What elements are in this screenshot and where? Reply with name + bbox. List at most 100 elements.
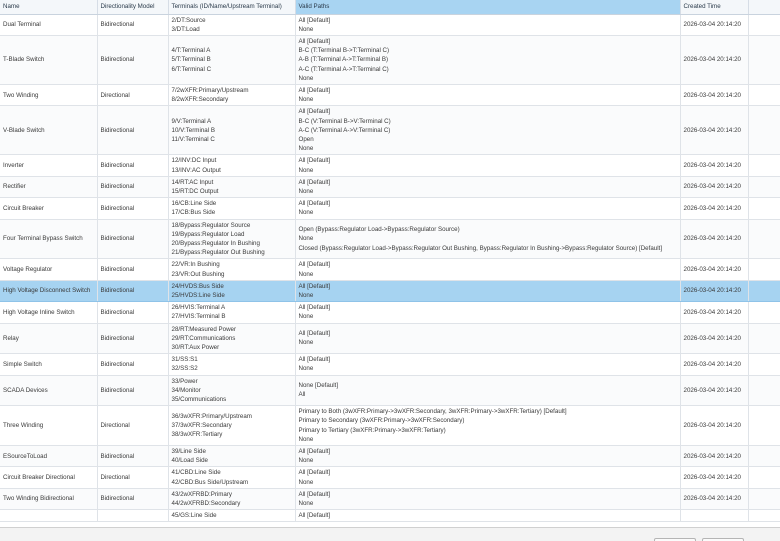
terminals-cell-line: 14/RT:AC Input bbox=[171, 178, 214, 186]
name-cell: Relay bbox=[0, 323, 98, 355]
terminals-cell: 24/HVDS:Bus Side 25/HVDS:Line Side bbox=[168, 280, 296, 303]
directionality-cell: Bidirectional bbox=[97, 105, 169, 156]
directionality-cell: Bidirectional bbox=[97, 154, 169, 177]
valid-paths-cell-line: None bbox=[298, 145, 314, 153]
valid-paths-cell-line: All [Default] bbox=[298, 282, 331, 290]
valid-paths-cell-line: All [Default] bbox=[298, 108, 331, 116]
valid-paths-cell-line: All [Default] bbox=[298, 200, 331, 208]
directionality-cell: Bidirectional bbox=[97, 301, 169, 324]
terminals-cell-line: 9/V:Terminal A bbox=[171, 117, 212, 125]
empty-cell bbox=[748, 35, 780, 85]
terminals-cell-line: 24/HVDS:Bus Side bbox=[171, 282, 224, 290]
name-cell: ESourceToLoad bbox=[0, 445, 98, 468]
table-row[interactable]: Simple Switch Bidirectional 31/SS:S1 32/SS:… bbox=[0, 353, 780, 376]
valid-paths-cell-line: All [Default] bbox=[298, 356, 331, 364]
valid-paths-cell-line: All [Default] bbox=[298, 330, 331, 338]
table-row[interactable]: Three Winding Directional 36/3wXFR:Primary… bbox=[0, 405, 780, 447]
table-row[interactable]: Two Winding Bidirectional Bidirectional 43… bbox=[0, 488, 780, 511]
table-row[interactable]: T-Blade Switch Bidirectional 4/T:Terminal … bbox=[0, 35, 780, 85]
terminals-cell-line: 27/HVIS:Terminal B bbox=[171, 313, 226, 321]
table-row[interactable]: Relay Bidirectional 28/RT:Measured Power 29… bbox=[0, 323, 780, 355]
name-cell: SCADA Devices bbox=[0, 375, 98, 407]
table-row[interactable]: SCADA Devices Bidirectional 33/Power 34/Mon… bbox=[0, 375, 780, 407]
valid-paths-cell-line: None bbox=[298, 235, 314, 243]
terminals-cell-line: 13/INV:AC Output bbox=[171, 166, 221, 174]
valid-paths-cell-line: None bbox=[298, 435, 314, 443]
table-row[interactable]: Two Winding Directional 7/2wXFR:Primary/Up… bbox=[0, 84, 780, 107]
terminals-cell-line: 44/2wXFRBD:Secondary bbox=[171, 500, 241, 508]
device-types-grid: Name Directionality Model Terminals (ID/… bbox=[0, 0, 780, 527]
terminals-cell: 39/Line Side 40/Load Side bbox=[168, 445, 296, 468]
valid-paths-cell: All [Default] None bbox=[295, 488, 681, 511]
table-row[interactable]: High Voltage Disconnect Switch Bidirectio… bbox=[0, 280, 780, 303]
terminals-cell-line: 28/RT:Measured Power bbox=[171, 325, 237, 333]
valid-paths-cell: All [Default] None bbox=[295, 323, 681, 355]
valid-paths-cell: All [Default] None bbox=[295, 197, 681, 220]
directionality-cell: Directional bbox=[97, 84, 169, 107]
terminals-cell: 2/DT:Source 3/DT:Load bbox=[168, 14, 296, 36]
valid-paths-cell: Primary to Both (3wXFR:Primary->3wXFR:Se… bbox=[295, 405, 681, 447]
terminals-cell-line: 41/CBD:Line Side bbox=[171, 469, 221, 477]
column-header-name[interactable]: Name bbox=[0, 0, 98, 15]
terminals-cell-line: 8/2wXFR:Secondary bbox=[171, 96, 229, 104]
valid-paths-cell-line: All bbox=[298, 391, 306, 399]
table-row[interactable]: High Voltage Inline Switch Bidirectional 2… bbox=[0, 301, 780, 324]
table-row[interactable]: Four Terminal Bypass Switch Bidirectional… bbox=[0, 219, 780, 260]
valid-paths-cell-line: None bbox=[298, 166, 314, 174]
valid-paths-cell-line: None bbox=[298, 187, 314, 195]
terminals-cell: 18/Bypass:Regulator Source 19/Bypass:Regu… bbox=[168, 219, 296, 260]
directionality-cell: Bidirectional bbox=[97, 375, 169, 407]
table-row[interactable]: ESourceToLoad Bidirectional 39/Line Side 40… bbox=[0, 445, 780, 468]
terminals-cell-line: 10/V:Terminal B bbox=[171, 126, 215, 134]
table-row[interactable]: Inverter Bidirectional 12/INV:DC Input 13/I… bbox=[0, 154, 780, 177]
table-row[interactable]: Dual Terminal Bidirectional 2/DT:Source 3/D… bbox=[0, 14, 780, 36]
created-time-cell: 2026-03-04 20:14:20 bbox=[680, 84, 749, 107]
terminals-cell-line: 20/Bypass:Regulator In Bushing bbox=[171, 239, 260, 247]
valid-paths-cell-line: A-C (T:Terminal A->T:Terminal C) bbox=[298, 65, 389, 73]
name-cell bbox=[0, 509, 98, 523]
valid-paths-cell-line: Primary to Both (3wXFR:Primary->3wXFR:Se… bbox=[298, 408, 567, 416]
terminals-cell: 4/T:Terminal A 5/T:Terminal B 6/T:Terminal… bbox=[168, 35, 296, 85]
empty-cell bbox=[748, 375, 780, 407]
empty-cell bbox=[748, 466, 780, 489]
valid-paths-cell-line: A-B (T:Terminal A->T:Terminal B) bbox=[298, 56, 389, 64]
valid-paths-cell: All [Default] None bbox=[295, 280, 681, 303]
terminals-cell-line: 40/Load Side bbox=[171, 457, 208, 465]
valid-paths-cell-line: None bbox=[298, 74, 314, 82]
empty-cell bbox=[748, 176, 780, 199]
device-types-table: Name Directionality Model Terminals (ID/… bbox=[0, 0, 780, 523]
terminals-cell-line: 35/Communications bbox=[171, 396, 227, 404]
terminals-cell-line: 37/3wXFR:Secondary bbox=[171, 422, 232, 430]
column-header-created-time[interactable]: Created Time bbox=[680, 0, 749, 15]
valid-paths-cell-line: None bbox=[298, 25, 314, 33]
empty-cell bbox=[748, 509, 780, 523]
footer-bar bbox=[0, 527, 780, 541]
name-cell: Rectifier bbox=[0, 176, 98, 199]
table-row[interactable]: Circuit Breaker Bidirectional 16/CB:Line S… bbox=[0, 197, 780, 220]
valid-paths-cell-line: A-C (V:Terminal A->V:Terminal C) bbox=[298, 126, 391, 134]
empty-cell bbox=[748, 301, 780, 324]
table-row[interactable]: V-Blade Switch Bidirectional 9/V:Terminal … bbox=[0, 105, 780, 156]
terminals-cell-line: 11/V:Terminal C bbox=[171, 135, 215, 143]
empty-cell bbox=[748, 197, 780, 220]
empty-cell bbox=[748, 84, 780, 107]
name-cell: Two Winding bbox=[0, 84, 98, 107]
directionality-cell: Directional bbox=[97, 466, 169, 489]
directionality-cell: Bidirectional bbox=[97, 35, 169, 85]
table-row[interactable]: Rectifier Bidirectional 14/RT:AC Input 15/R… bbox=[0, 176, 780, 199]
created-time-cell: 2026-03-04 20:14:20 bbox=[680, 105, 749, 156]
created-time-cell: 2026-03-04 20:14:20 bbox=[680, 488, 749, 511]
table-row[interactable]: Voltage Regulator Bidirectional 22/VR:In B… bbox=[0, 258, 780, 281]
directionality-cell: Bidirectional bbox=[97, 258, 169, 281]
terminals-cell-line: 3/DT:Load bbox=[171, 25, 200, 33]
terminals-cell: 33/Power 34/Monitor 35/Communications bbox=[168, 375, 296, 407]
column-header-directionality-model[interactable]: Directionality Model bbox=[97, 0, 169, 15]
column-header-terminals[interactable]: Terminals (ID/Name/Upstream Terminal) bbox=[168, 0, 296, 15]
terminals-cell-line: 4/T:Terminal A bbox=[171, 47, 211, 55]
terminals-cell-line: 42/CBD:Bus Side/Upstream bbox=[171, 478, 249, 486]
column-header-valid-paths[interactable]: Valid Paths bbox=[295, 0, 681, 15]
table-row[interactable]: Circuit Breaker Directional Directional 41… bbox=[0, 466, 780, 489]
created-time-cell bbox=[680, 509, 749, 523]
terminals-cell: 41/CBD:Line Side 42/CBD:Bus Side/Upstream bbox=[168, 466, 296, 489]
table-row[interactable]: 45/GS:Line Side All [Default] bbox=[0, 509, 780, 523]
